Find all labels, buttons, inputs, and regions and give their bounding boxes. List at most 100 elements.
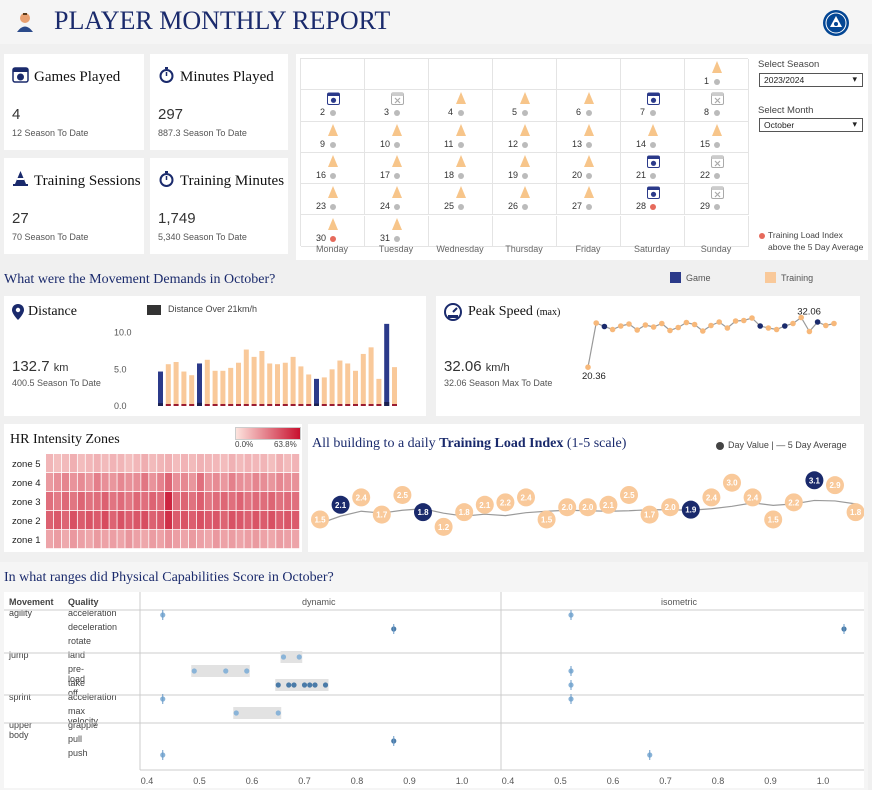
- calendar-day[interactable]: 6: [557, 90, 621, 121]
- speed-point: [700, 328, 706, 334]
- tli-value: 2.4: [747, 493, 759, 502]
- heat-cell: [133, 530, 141, 549]
- calendar-day[interactable]: 28: [621, 184, 685, 215]
- calendar-day[interactable]: 3: [365, 90, 429, 121]
- day-number: 3: [384, 107, 390, 118]
- x-tick: 0.9: [764, 776, 777, 786]
- distance-number: 132.7: [12, 358, 50, 375]
- calendar-day[interactable]: 4: [429, 90, 493, 121]
- calendar-day[interactable]: 8: [685, 90, 749, 121]
- x-tick: 0.5: [554, 776, 567, 786]
- calendar-day[interactable]: 14: [621, 122, 685, 153]
- tli-title-pre: All building to a daily: [312, 436, 440, 451]
- heat-cell: [125, 530, 133, 549]
- calendar-day[interactable]: 23: [301, 184, 365, 215]
- cone-icon: [456, 186, 466, 199]
- over21-bar: [212, 404, 218, 406]
- tli-value: 2.2: [500, 498, 512, 507]
- heat-cell: [212, 511, 220, 530]
- calendar-day[interactable]: 27: [557, 184, 621, 215]
- pc-point: [291, 682, 297, 688]
- heat-cell: [244, 530, 252, 549]
- heat-cell: [69, 492, 77, 511]
- calendar-day[interactable]: 11: [429, 122, 493, 153]
- month-select[interactable]: October: [759, 118, 863, 132]
- heat-cell: [141, 511, 149, 530]
- calendar-day[interactable]: 7: [621, 90, 685, 121]
- heat-cell: [125, 473, 133, 492]
- heat-cell: [141, 492, 149, 511]
- tli-value: 2.1: [603, 501, 615, 510]
- heat-cell: [141, 530, 149, 549]
- heat-cell: [173, 492, 181, 511]
- over21-bar: [197, 402, 202, 406]
- calendar-day[interactable]: 1: [685, 59, 749, 90]
- season-select[interactable]: 2023/2024: [759, 73, 863, 87]
- heat-cell: [276, 454, 284, 473]
- movement-title: What were the Movement Demands in Octobe…: [4, 272, 276, 287]
- distance-bar: [282, 362, 288, 406]
- calendar-day[interactable]: 10: [365, 122, 429, 153]
- legend-red-dot: [759, 233, 765, 239]
- heat-cell: [141, 473, 149, 492]
- tli-title-post: (1-5 scale): [563, 436, 627, 451]
- heat-cell: [125, 454, 133, 473]
- speed-point: [732, 318, 739, 324]
- rest-day-icon: [711, 92, 724, 110]
- calendar-day[interactable]: 15: [685, 122, 749, 153]
- calendar-day[interactable]: 17: [365, 153, 429, 184]
- peak-title: Peak Speed (max): [468, 304, 560, 320]
- heat-cell: [173, 511, 181, 530]
- tli-value: 1.8: [459, 508, 471, 517]
- distance-bar: [220, 370, 226, 406]
- tli-title-bold: Training Load Index: [439, 436, 564, 451]
- calendar-day[interactable]: 9: [301, 122, 365, 153]
- heat-cell: [268, 473, 276, 492]
- heat-cell: [117, 492, 125, 511]
- zone-label: zone 1: [12, 535, 41, 546]
- calendar-day[interactable]: 21: [621, 153, 685, 184]
- zone-label: zone 5: [12, 459, 41, 470]
- heat-cell: [268, 454, 276, 473]
- heat-cell: [220, 530, 228, 549]
- heat-cell: [165, 492, 173, 511]
- speed-point: [593, 320, 599, 326]
- legend-training: Training: [781, 273, 814, 283]
- cone-icon: [328, 186, 338, 199]
- calendar-day[interactable]: 20: [557, 153, 621, 184]
- calendar-day[interactable]: 16: [301, 153, 365, 184]
- calendar-day[interactable]: 29: [685, 184, 749, 215]
- over21-bar: [173, 404, 179, 406]
- calendar-day[interactable]: 31: [365, 216, 429, 247]
- day-number: 2: [320, 107, 326, 118]
- over21-bar: [298, 404, 304, 406]
- kpi-value: 4: [12, 106, 21, 123]
- calendar-day[interactable]: 22: [685, 153, 749, 184]
- distance-bar: [189, 375, 195, 406]
- heat-cell: [260, 454, 268, 473]
- calendar-day[interactable]: 12: [493, 122, 557, 153]
- calendar-day[interactable]: 5: [493, 90, 557, 121]
- speed-point: [806, 328, 813, 335]
- cone-icon: [712, 61, 722, 73]
- heat-cell: [77, 473, 85, 492]
- calendar-day[interactable]: 26: [493, 184, 557, 215]
- calendar-day[interactable]: 18: [429, 153, 493, 184]
- heat-cell: [77, 511, 85, 530]
- calendar-day[interactable]: 24: [365, 184, 429, 215]
- pc-point: [223, 668, 229, 674]
- stopwatch-icon: [158, 66, 175, 88]
- load-dot: [330, 110, 336, 117]
- calendar-day[interactable]: 19: [493, 153, 557, 184]
- kpi-sub: 70 Season To Date: [12, 232, 89, 242]
- tli-panel: All building to a daily Training Load In…: [308, 424, 864, 552]
- day-number: 19: [508, 169, 519, 180]
- load-dot: [458, 141, 464, 148]
- day-number: 1: [704, 76, 710, 86]
- calendar-day[interactable]: 13: [557, 122, 621, 153]
- calendar-day[interactable]: 2: [301, 90, 365, 121]
- heat-cell: [276, 511, 284, 530]
- calendar-day[interactable]: 30: [301, 216, 365, 247]
- speed-point: [757, 323, 763, 329]
- calendar-day[interactable]: 25: [429, 184, 493, 215]
